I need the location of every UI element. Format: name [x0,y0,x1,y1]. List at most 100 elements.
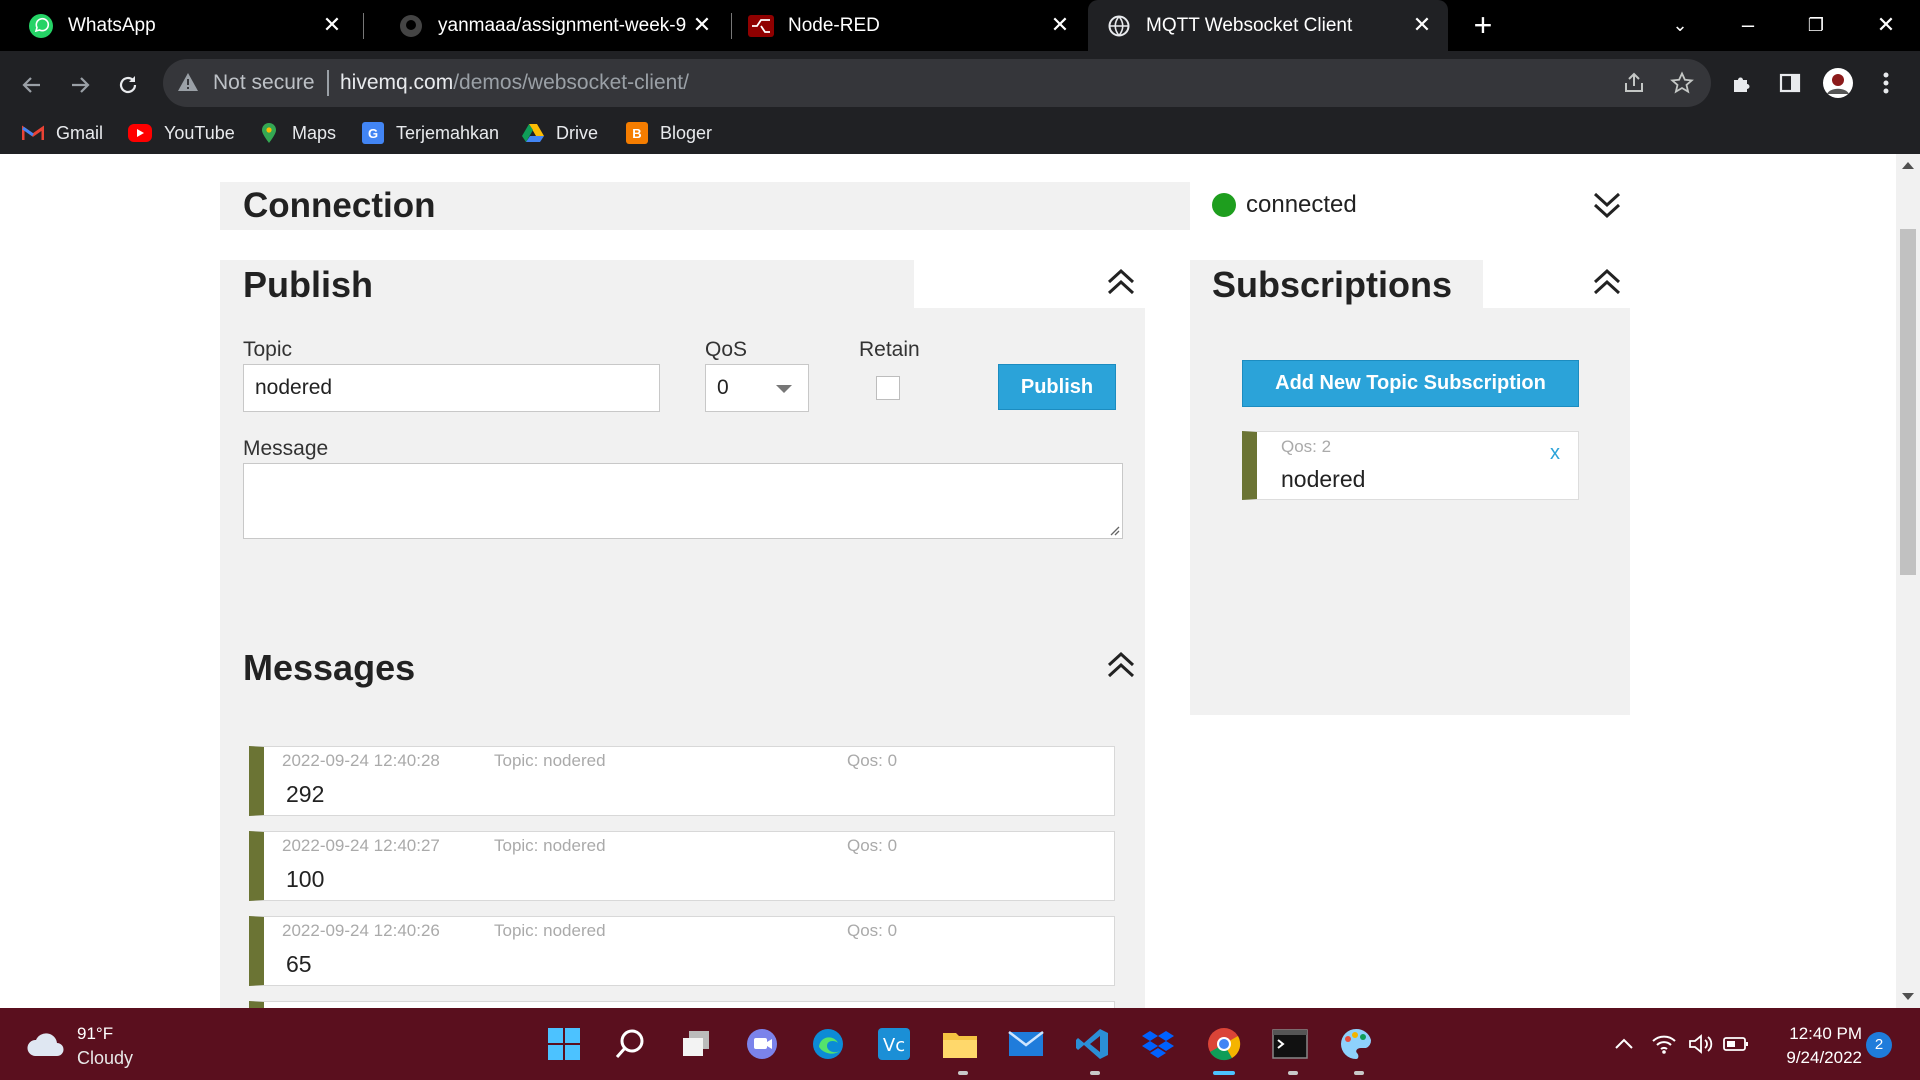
clock-time[interactable]: 12:40 PM [1770,1024,1862,1044]
star-icon[interactable] [1668,69,1696,97]
chrome-icon[interactable] [1202,1022,1246,1066]
qos-value: 0 [717,376,729,399]
browser-toolbar: Not secure hivemq.com/demos/websocket-cl… [0,51,1920,154]
publish-title[interactable]: Publish [243,264,373,306]
teams-chat-icon[interactable] [740,1022,784,1066]
retain-checkbox[interactable] [876,376,900,400]
bookmark-drive[interactable]: Drive [522,115,598,151]
new-tab-button[interactable]: + [1466,9,1500,43]
tab-title: WhatsApp [68,14,156,36]
close-window-button[interactable]: ✕ [1866,8,1906,42]
running-indicator [958,1071,968,1075]
close-icon[interactable]: ✕ [1048,13,1072,37]
connection-title[interactable]: Connection [243,186,435,226]
running-indicator [1354,1071,1364,1075]
close-icon[interactable]: ✕ [1410,13,1434,37]
close-icon[interactable]: ✕ [320,13,344,37]
message-textarea[interactable] [243,463,1123,539]
chevron-up-icon[interactable] [1610,1030,1638,1058]
chevron-double-up-icon[interactable] [1104,648,1138,682]
connection-status: connected [1246,191,1357,218]
warning-icon[interactable] [177,71,199,98]
close-icon[interactable]: ✕ [690,13,714,37]
restore-button[interactable]: ❐ [1796,8,1836,42]
messages-title[interactable]: Messages [243,647,415,689]
weather-temperature[interactable]: 91°F [77,1024,113,1044]
tab-mqtt-websocket-client[interactable]: MQTT Websocket Client ✕ [1088,0,1448,51]
message-time: 2022-09-24 12:40:26 [282,921,440,940]
resize-handle-icon[interactable] [1108,524,1120,536]
close-icon[interactable]: x [1550,442,1560,465]
bookmark-maps[interactable]: Maps [258,115,336,151]
scroll-down-icon[interactable] [1902,993,1914,1000]
clock-date[interactable]: 9/24/2022 [1760,1048,1862,1068]
avatar[interactable] [1820,65,1856,101]
running-indicator [1288,1071,1298,1075]
start-icon[interactable] [542,1022,586,1066]
maps-icon [258,122,280,144]
mail-icon[interactable] [1004,1022,1048,1066]
message-payload: 65 [286,951,312,977]
bookmark-label: Maps [292,122,337,143]
bookmark-translate[interactable]: G Terjemahkan [362,115,499,151]
address-bar[interactable]: Not secure hivemq.com/demos/websocket-cl… [163,59,1711,107]
tab-node-red[interactable]: Node-RED ✕ [720,0,1086,51]
terminal-icon[interactable] [1268,1022,1312,1066]
paint-icon[interactable] [1334,1022,1378,1066]
browser-tab-strip: WhatsApp ✕ yanmaaa/assignment-week-9 ✕ N… [0,0,1920,51]
minimize-button[interactable]: – [1728,8,1768,42]
notification-badge[interactable]: 2 [1866,1032,1892,1058]
arrow-right-icon [72,77,90,93]
vscode-icon[interactable] [1070,1022,1114,1066]
url-text[interactable]: hivemq.com/demos/websocket-client/ [340,71,689,95]
message-payload: 100 [286,866,325,892]
side-panel-icon[interactable] [1772,65,1808,101]
status-indicator [1212,193,1236,217]
scroll-up-icon[interactable] [1902,162,1914,169]
menu-icon[interactable] [1868,65,1904,101]
subscription-topic: nodered [1281,466,1366,492]
cloud-icon[interactable] [26,1030,66,1058]
tab-whatsapp[interactable]: WhatsApp ✕ [0,0,358,51]
chevron-double-down-icon[interactable] [1590,188,1624,222]
retain-label: Retain [859,338,920,361]
extensions-icon[interactable] [1724,65,1760,101]
bookmarks-bar: Gmail YouTube Maps G Terjemahkan Drive B [0,115,1920,151]
vnc-viewer-icon[interactable]: Vc [872,1022,916,1066]
subscription-item[interactable]: Qos: 2 nodered x [1242,431,1579,500]
battery-icon[interactable] [1722,1030,1750,1058]
subscription-qos: Qos: 2 [1281,437,1332,456]
page-scrollbar[interactable] [1896,154,1920,1008]
task-view-icon[interactable] [674,1022,718,1066]
subscriptions-title[interactable]: Subscriptions [1212,264,1452,306]
bookmark-youtube[interactable]: YouTube [128,115,235,151]
page-content: Connection connected Publish Topic noder… [0,154,1920,1008]
chevron-double-up-icon[interactable] [1104,265,1138,299]
tab-search-icon[interactable]: ⌄ [1660,8,1700,42]
bookmark-gmail[interactable]: Gmail [22,115,103,151]
wifi-icon[interactable] [1650,1030,1678,1058]
message-topic: Topic: nodered [494,921,606,940]
publish-button[interactable]: Publish [998,364,1116,410]
back-button[interactable] [12,65,52,105]
dropbox-icon[interactable] [1136,1022,1180,1066]
edge-icon[interactable] [806,1022,850,1066]
reload-button[interactable] [108,65,148,105]
topic-input[interactable]: nodered [243,364,660,412]
file-explorer-icon[interactable] [938,1022,982,1066]
bookmark-blogger[interactable]: B Bloger [626,115,712,151]
forward-button[interactable] [60,65,100,105]
active-indicator [1213,1071,1235,1075]
share-icon[interactable] [1620,69,1648,97]
qos-select[interactable]: 0 [705,364,809,412]
chevron-double-up-icon[interactable] [1590,265,1624,299]
weather-description[interactable]: Cloudy [77,1048,133,1069]
add-subscription-button[interactable]: Add New Topic Subscription [1242,360,1579,407]
search-icon[interactable] [608,1022,652,1066]
scrollbar-thumb[interactable] [1900,229,1916,575]
security-status[interactable]: Not secure [213,71,315,95]
tab-github[interactable]: yanmaaa/assignment-week-9 ✕ [370,0,728,51]
volume-icon[interactable] [1687,1030,1715,1058]
gmail-icon [22,122,44,144]
topic-label: Topic [243,338,293,361]
